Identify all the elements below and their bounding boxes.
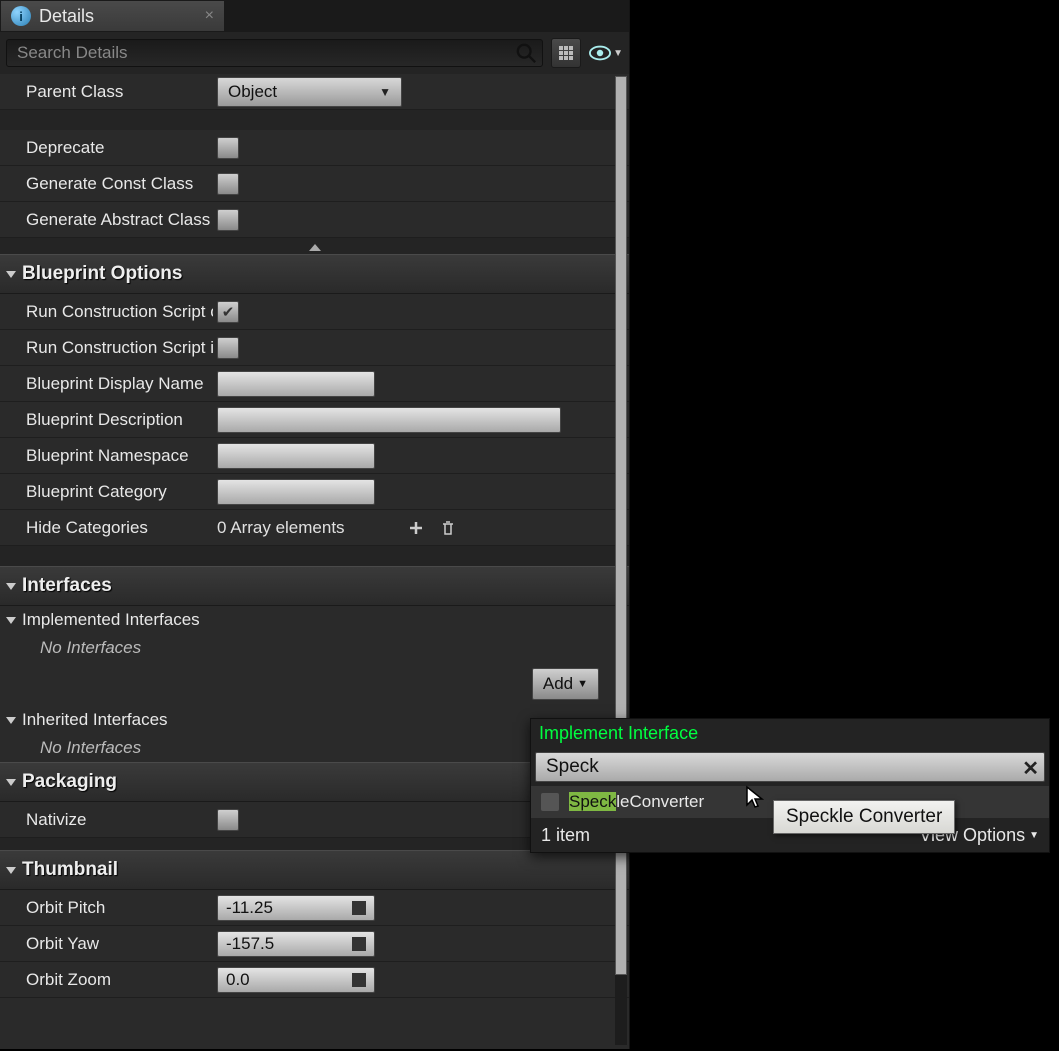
bp-category-label: Blueprint Category bbox=[0, 482, 213, 502]
add-interface-button[interactable]: Add ▼ bbox=[532, 668, 599, 700]
orbit-pitch-label: Orbit Pitch bbox=[0, 898, 213, 918]
expand-icon bbox=[6, 867, 16, 874]
array-elements-text: 0 Array elements bbox=[217, 518, 345, 538]
search-input[interactable] bbox=[6, 39, 543, 67]
bp-namespace-input[interactable] bbox=[217, 443, 375, 469]
popup-title: Implement Interface bbox=[531, 719, 1049, 748]
expand-icon bbox=[6, 717, 16, 724]
eye-icon bbox=[589, 45, 611, 61]
clear-array-button[interactable] bbox=[437, 517, 459, 539]
bp-category-input[interactable] bbox=[217, 479, 375, 505]
interface-search-input[interactable] bbox=[535, 752, 1045, 782]
orbit-yaw-label: Orbit Yaw bbox=[0, 934, 213, 954]
tooltip: Speckle Converter bbox=[773, 800, 955, 834]
bp-description-label: Blueprint Description bbox=[0, 410, 213, 430]
drag-icon bbox=[352, 973, 366, 987]
view-options-button[interactable]: ▼ bbox=[589, 45, 623, 61]
bp-display-name-label: Blueprint Display Name bbox=[0, 374, 213, 394]
chevron-down-icon: ▼ bbox=[577, 678, 588, 690]
generate-abstract-checkbox[interactable] bbox=[217, 209, 239, 231]
collapse-up-indicator[interactable] bbox=[0, 238, 629, 254]
chevron-down-icon: ▼ bbox=[1029, 830, 1039, 841]
class-icon bbox=[541, 793, 559, 811]
run-constr-seq-checkbox[interactable] bbox=[217, 337, 239, 359]
generate-const-checkbox[interactable] bbox=[217, 173, 239, 195]
generate-abstract-label: Generate Abstract Class bbox=[0, 210, 213, 230]
orbit-yaw-input[interactable]: -157.5 bbox=[217, 931, 375, 957]
tab-title: Details bbox=[39, 6, 197, 27]
run-constr-drag-checkbox[interactable] bbox=[217, 301, 239, 323]
expand-icon bbox=[6, 583, 16, 590]
parent-class-label: Parent Class bbox=[0, 82, 213, 102]
nativize-label: Nativize bbox=[0, 810, 213, 830]
expand-icon bbox=[6, 617, 16, 624]
cursor-icon bbox=[745, 785, 765, 811]
chevron-down-icon: ▼ bbox=[379, 85, 391, 99]
parent-class-dropdown[interactable]: Object ▼ bbox=[217, 77, 402, 107]
deprecate-label: Deprecate bbox=[0, 138, 213, 158]
tab-bar: i Details × bbox=[0, 0, 629, 32]
property-matrix-button[interactable] bbox=[551, 38, 581, 68]
drag-icon bbox=[352, 901, 366, 915]
add-array-element-button[interactable] bbox=[405, 517, 427, 539]
expand-icon bbox=[6, 271, 16, 278]
generate-const-label: Generate Const Class bbox=[0, 174, 213, 194]
drag-icon bbox=[352, 937, 366, 951]
result-count: 1 item bbox=[541, 825, 590, 846]
close-icon[interactable]: × bbox=[205, 7, 214, 25]
run-constr-drag-label: Run Construction Script on bbox=[0, 302, 213, 322]
nativize-checkbox[interactable] bbox=[217, 809, 239, 831]
blueprint-options-section[interactable]: Blueprint Options bbox=[0, 254, 629, 294]
orbit-zoom-label: Orbit Zoom bbox=[0, 970, 213, 990]
run-constr-seq-label: Run Construction Script in bbox=[0, 338, 213, 358]
implemented-interfaces-header[interactable]: Implemented Interfaces bbox=[0, 606, 629, 634]
bp-display-name-input[interactable] bbox=[217, 371, 375, 397]
deprecate-checkbox[interactable] bbox=[217, 137, 239, 159]
search-icon bbox=[515, 42, 537, 64]
orbit-zoom-input[interactable]: 0.0 bbox=[217, 967, 375, 993]
details-tab[interactable]: i Details × bbox=[0, 0, 225, 32]
expand-icon bbox=[6, 779, 16, 786]
clear-search-icon[interactable]: ✕ bbox=[1022, 756, 1039, 781]
no-interfaces-text: No Interfaces bbox=[0, 634, 629, 662]
info-icon: i bbox=[11, 6, 31, 26]
bp-description-input[interactable] bbox=[217, 407, 561, 433]
thumbnail-section[interactable]: Thumbnail bbox=[0, 850, 629, 890]
interfaces-section[interactable]: Interfaces bbox=[0, 566, 629, 606]
hide-categories-label: Hide Categories bbox=[0, 518, 213, 538]
bp-namespace-label: Blueprint Namespace bbox=[0, 446, 213, 466]
orbit-pitch-input[interactable]: -11.25 bbox=[217, 895, 375, 921]
